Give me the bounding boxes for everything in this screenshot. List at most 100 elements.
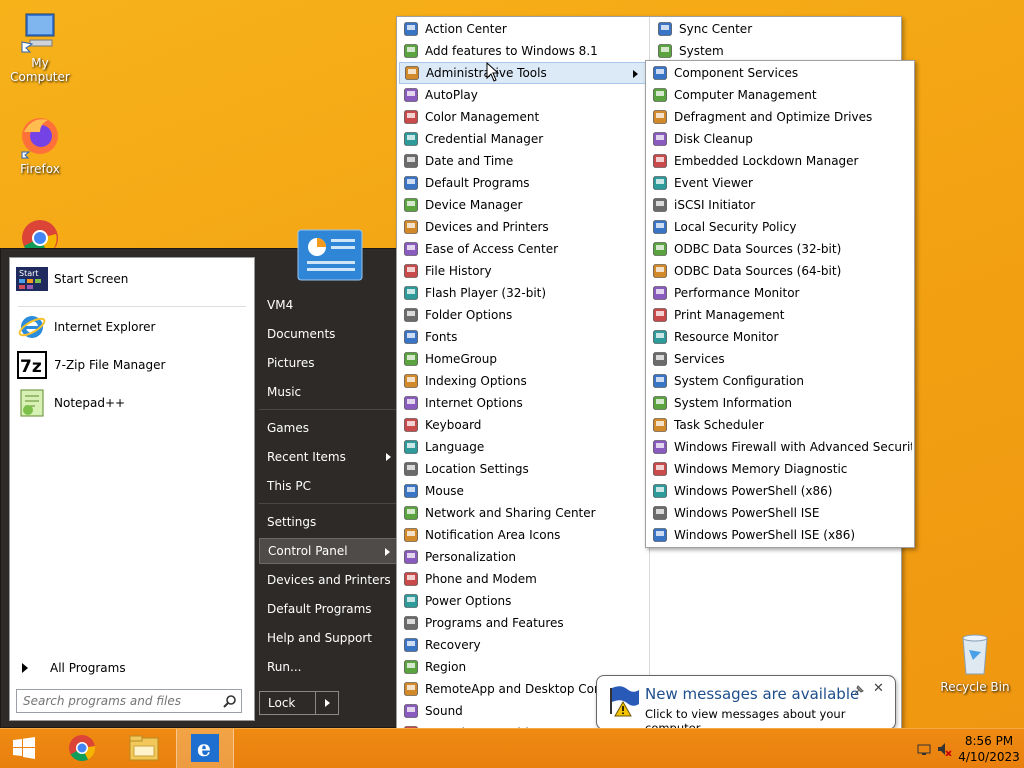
menu-item-ease-of-access-center[interactable]: Ease of Access Center [399, 238, 647, 260]
search-icon[interactable] [219, 691, 241, 711]
menu-item-odbc-data-sources-64-bit[interactable]: ODBC Data Sources (64-bit) [648, 260, 912, 282]
menu-item-programs-and-features[interactable]: Programs and Features [399, 612, 647, 634]
menu-item-language[interactable]: Language [399, 436, 647, 458]
menu-item-flash-player-32-bit[interactable]: Flash Player (32-bit) [399, 282, 647, 304]
taskbar-chrome-button[interactable] [54, 729, 110, 768]
menu-item-windows-powershell-ise[interactable]: Windows PowerShell ISE [648, 502, 912, 524]
link-settings[interactable]: Settings [259, 509, 397, 535]
menu-item-administrative-tools[interactable]: Administrative Tools [399, 62, 647, 84]
menu-item-label: Sound [425, 704, 463, 718]
menu-item-notification-area-icons[interactable]: Notification Area Icons [399, 524, 647, 546]
7zip-item[interactable]: 7z 7-Zip File Manager [16, 348, 250, 382]
menu-item-resource-monitor[interactable]: Resource Monitor [648, 326, 912, 348]
desktop-icon-chrome[interactable] [0, 212, 80, 250]
search-input[interactable] [17, 691, 219, 711]
internet-explorer-label: Internet Explorer [54, 320, 156, 334]
menu-item-network-and-sharing-center[interactable]: Network and Sharing Center [399, 502, 647, 524]
menu-item-mouse[interactable]: Mouse [399, 480, 647, 502]
recycle-bin-icon [955, 630, 995, 678]
close-icon[interactable]: ✕ [873, 682, 885, 696]
internet-explorer-item[interactable]: Internet Explorer [16, 310, 250, 344]
menu-item-sync-center[interactable]: Sync Center [653, 18, 899, 40]
menu-item-credential-manager[interactable]: Credential Manager [399, 128, 647, 150]
menu-item-default-programs[interactable]: Default Programs [399, 172, 647, 194]
menu-item-power-options[interactable]: Power Options [399, 590, 647, 612]
menu-item-add-features-to-windows-8-1[interactable]: Add features to Windows 8.1 [399, 40, 647, 62]
taskbar-internet-explorer-button[interactable]: e [176, 729, 234, 768]
pin-icon[interactable] [853, 684, 865, 696]
desktop-icon-firefox[interactable]: Firefox [0, 112, 80, 176]
menu-item-iscsi-initiator[interactable]: iSCSI Initiator [648, 194, 912, 216]
link-run[interactable]: Run... [259, 654, 397, 680]
menu-item-indexing-options[interactable]: Indexing Options [399, 370, 647, 392]
menu-item-homegroup[interactable]: HomeGroup [399, 348, 647, 370]
notification-balloon[interactable]: New messages are available Click to view… [596, 675, 896, 743]
iscsi-initiator-icon [652, 197, 668, 213]
menu-item-internet-options[interactable]: Internet Options [399, 392, 647, 414]
menu-item-services[interactable]: Services [648, 348, 912, 370]
desktop-icon-my-computer[interactable]: My Computer [0, 10, 80, 84]
link-documents[interactable]: Documents [259, 321, 397, 347]
ease-of-access-center-icon [403, 241, 419, 257]
menu-item-keyboard[interactable]: Keyboard [399, 414, 647, 436]
menu-item-defragment-and-optimize-drives[interactable]: Defragment and Optimize Drives [648, 106, 912, 128]
start-screen-item[interactable]: Start Start Screen [16, 262, 250, 296]
menu-item-personalization[interactable]: Personalization [399, 546, 647, 568]
taskbar-file-explorer-button[interactable] [116, 729, 172, 768]
link-music[interactable]: Music [259, 379, 397, 405]
link-help-and-support[interactable]: Help and Support [259, 625, 397, 651]
menu-item-label: Defragment and Optimize Drives [674, 110, 873, 124]
notepadpp-item[interactable]: Notepad++ [16, 386, 250, 420]
lock-button[interactable]: Lock [260, 692, 316, 714]
menu-item-windows-powershell-x86[interactable]: Windows PowerShell (x86) [648, 480, 912, 502]
menu-item-recovery[interactable]: Recovery [399, 634, 647, 656]
menu-item-performance-monitor[interactable]: Performance Monitor [648, 282, 912, 304]
link-recent-items[interactable]: Recent Items [259, 444, 397, 470]
menu-item-device-manager[interactable]: Device Manager [399, 194, 647, 216]
menu-item-action-center[interactable]: Action Center [399, 18, 647, 40]
network-icon[interactable] [914, 743, 934, 755]
power-options-arrow-button[interactable] [316, 692, 338, 714]
file-history-icon [403, 263, 419, 279]
menu-item-event-viewer[interactable]: Event Viewer [648, 172, 912, 194]
menu-item-location-settings[interactable]: Location Settings [399, 458, 647, 480]
menu-item-phone-and-modem[interactable]: Phone and Modem [399, 568, 647, 590]
menu-item-windows-firewall-with-advanced-security[interactable]: Windows Firewall with Advanced Security [648, 436, 912, 458]
menu-item-windows-memory-diagnostic[interactable]: Windows Memory Diagnostic [648, 458, 912, 480]
mouse-icon [403, 483, 419, 499]
menu-item-devices-and-printers[interactable]: Devices and Printers [399, 216, 647, 238]
menu-item-system[interactable]: System [653, 40, 899, 62]
menu-item-print-management[interactable]: Print Management [648, 304, 912, 326]
all-programs-button[interactable]: All Programs [20, 656, 240, 680]
menu-item-local-security-policy[interactable]: Local Security Policy [648, 216, 912, 238]
volume-muted-icon[interactable] [934, 742, 954, 756]
menu-item-folder-options[interactable]: Folder Options [399, 304, 647, 326]
menu-item-system-information[interactable]: System Information [648, 392, 912, 414]
menu-item-windows-powershell-ise-x86[interactable]: Windows PowerShell ISE (x86) [648, 524, 912, 546]
start-button[interactable] [0, 729, 48, 768]
menu-item-computer-management[interactable]: Computer Management [648, 84, 912, 106]
disk-cleanup-icon [652, 131, 668, 147]
menu-item-autoplay[interactable]: AutoPlay [399, 84, 647, 106]
link-pictures[interactable]: Pictures [259, 350, 397, 376]
taskbar-clock[interactable]: 8:56 PM 4/10/2023 [954, 733, 1024, 765]
link-devices-and-printers[interactable]: Devices and Printers [259, 567, 397, 593]
windows-powershell-ise-x86-icon [652, 527, 668, 543]
link-control-panel[interactable]: Control Panel [259, 538, 397, 564]
menu-item-fonts[interactable]: Fonts [399, 326, 647, 348]
menu-item-system-configuration[interactable]: System Configuration [648, 370, 912, 392]
menu-item-disk-cleanup[interactable]: Disk Cleanup [648, 128, 912, 150]
menu-item-odbc-data-sources-32-bit[interactable]: ODBC Data Sources (32-bit) [648, 238, 912, 260]
link-this-pc[interactable]: This PC [259, 473, 397, 499]
link-user-folder[interactable]: VM4 [259, 292, 397, 318]
menu-item-file-history[interactable]: File History [399, 260, 647, 282]
desktop-icon-recycle-bin[interactable]: Recycle Bin [935, 630, 1015, 694]
menu-item-color-management[interactable]: Color Management [399, 106, 647, 128]
link-default-programs[interactable]: Default Programs [259, 596, 397, 622]
menu-item-component-services[interactable]: Component Services [648, 62, 912, 84]
menu-item-date-and-time[interactable]: Date and Time [399, 150, 647, 172]
menu-item-task-scheduler[interactable]: Task Scheduler [648, 414, 912, 436]
user-picture[interactable] [297, 229, 363, 281]
menu-item-embedded-lockdown-manager[interactable]: Embedded Lockdown Manager [648, 150, 912, 172]
link-games[interactable]: Games [259, 415, 397, 441]
